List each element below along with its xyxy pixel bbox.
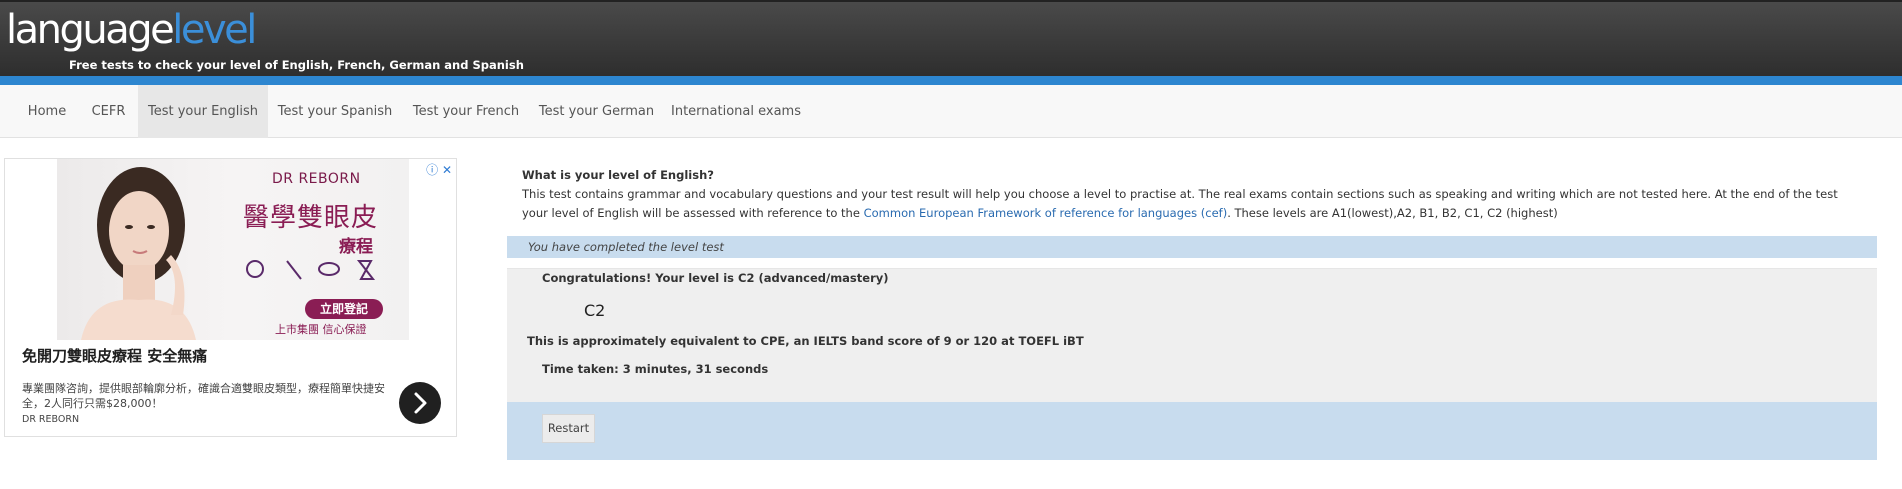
ad-brand-logo: DR REBORN	[272, 171, 361, 187]
result-panel: Congratulations! Your level is C2 (advan…	[507, 268, 1877, 402]
restart-button[interactable]: Restart	[542, 414, 595, 443]
main-nav: Home CEFR Test your English Test your Sp…	[0, 85, 1902, 138]
logo-text-language: language	[6, 7, 175, 53]
ad-open-button[interactable]	[399, 382, 441, 424]
chevron-right-icon	[414, 392, 427, 414]
time-taken: Time taken: 3 minutes, 31 seconds	[542, 362, 769, 376]
ad-image-footer: 上市集團 信心保證	[275, 323, 367, 336]
cef-link[interactable]: Common European Framework of reference f…	[864, 206, 1228, 220]
ad-image-headline: 醫學雙眼皮	[243, 203, 379, 233]
nav-item-test-spanish[interactable]: Test your Spanish	[268, 85, 402, 138]
ad-description: 專業團隊咨詢，提供眼部輪廓分析，確識合適雙眼皮類型，療程簡單快捷安全，2人同行只…	[22, 382, 385, 410]
ad-model-photo	[81, 167, 196, 340]
site-logo[interactable]: languagelevel	[6, 6, 257, 54]
ad-image-subheadline: 療程	[339, 237, 373, 257]
level-code: C2	[584, 301, 606, 320]
site-tagline: Free tests to check your level of Englis…	[69, 58, 524, 72]
completed-text: You have completed the level test	[528, 240, 724, 254]
ad-feature-icons	[246, 260, 376, 280]
nav-item-cefr[interactable]: CEFR	[79, 85, 138, 138]
ad-image[interactable]: DR REBORN 醫學雙眼皮 療程 立即登記 上市集團 信心保證	[57, 159, 409, 340]
restart-bar: Restart	[507, 402, 1877, 460]
nav-item-test-german[interactable]: Test your German	[530, 85, 663, 138]
close-icon[interactable]: ✕	[442, 163, 452, 177]
congrats-text: Congratulations! Your level is C2 (advan…	[542, 271, 889, 285]
completed-banner: You have completed the level test	[507, 236, 1877, 258]
site-header: languagelevel Free tests to check your l…	[0, 0, 1902, 76]
nav-item-home[interactable]: Home	[15, 85, 79, 138]
advertisement[interactable]: DR REBORN 醫學雙眼皮 療程 立即登記 上市集團 信心保證 ⓘ ✕ 免開…	[4, 158, 457, 437]
header-accent-bar	[0, 76, 1902, 85]
equivalence-text: This is approximately equivalent to CPE,…	[527, 334, 1084, 348]
ad-advertiser: DR REBORN	[22, 414, 80, 425]
ad-image-cta[interactable]: 立即登記	[305, 299, 383, 319]
nav-item-test-english[interactable]: Test your English	[138, 85, 268, 138]
nav-item-test-french[interactable]: Test your French	[402, 85, 530, 138]
logo-text-level: level	[172, 7, 257, 53]
nav-item-international-exams[interactable]: International exams	[663, 85, 809, 138]
intro-title: What is your level of English?	[522, 168, 714, 182]
intro-text-levels: . These levels are A1(lowest),A2, B1, B2…	[1227, 206, 1558, 220]
intro-section: What is your level of English? This test…	[522, 166, 1862, 223]
ad-choices-icons[interactable]: ⓘ ✕	[426, 161, 452, 178]
info-icon[interactable]: ⓘ	[426, 163, 438, 177]
ad-title[interactable]: 免開刀雙眼皮療程 安全無痛	[22, 345, 207, 366]
